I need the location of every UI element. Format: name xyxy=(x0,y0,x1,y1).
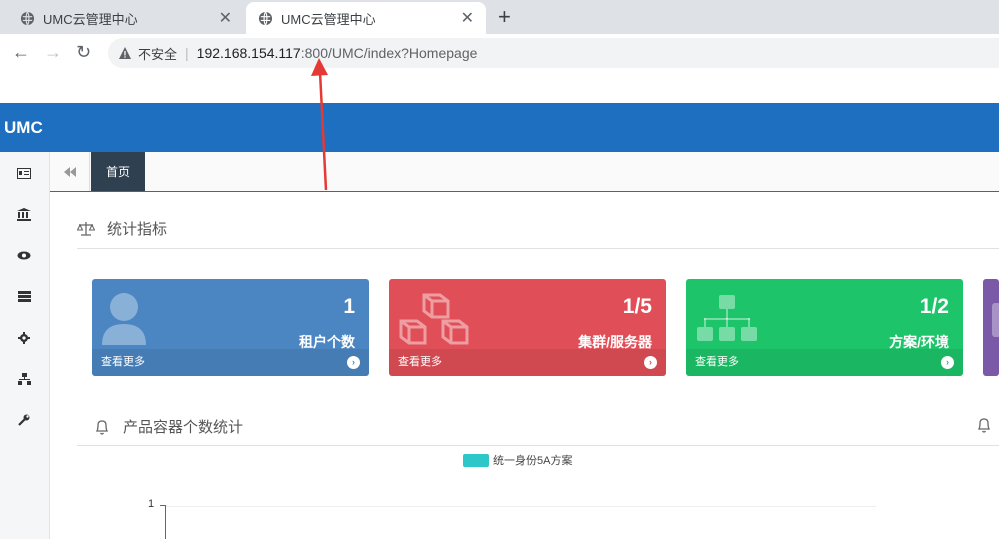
bell-icon xyxy=(95,419,109,435)
stat-value: 1 xyxy=(343,295,355,318)
page-tabs-row: 首页 xyxy=(50,152,999,192)
y-axis-tick-label: 1 xyxy=(148,498,155,510)
view-more-link[interactable]: 查看更多 xyxy=(389,349,666,376)
warning-icon xyxy=(119,47,131,59)
browser-tab-title: UMC云管理中心 xyxy=(43,11,138,27)
browser-tab-1[interactable]: UMC云管理中心 ✕ xyxy=(8,2,244,34)
globe-icon xyxy=(258,11,273,25)
legend-series-name: 统一身份5A方案 xyxy=(493,455,573,467)
globe-icon xyxy=(20,11,35,25)
arrow-circle-right-icon[interactable]: › xyxy=(347,356,360,369)
arrow-circle-right-icon[interactable]: › xyxy=(644,356,657,369)
section-title-text: 产品容器个数统计 xyxy=(123,419,244,436)
address-bar: ← → ↻ 不安全 | 192.168.154.117 :800/UMC/ind… xyxy=(0,34,999,70)
back-arrow-icon[interactable]: ← xyxy=(12,41,30,63)
view-more-link[interactable]: 查看更多 xyxy=(92,349,369,376)
section-divider xyxy=(77,445,999,446)
forward-arrow-icon[interactable]: → xyxy=(44,41,62,63)
app-header: UMC xyxy=(0,103,999,152)
user-icon xyxy=(102,293,146,345)
browser-tab-bar: UMC云管理中心 ✕ UMC云管理中心 ✕ + xyxy=(0,0,999,34)
bell-icon[interactable] xyxy=(975,416,993,434)
new-tab-icon[interactable]: + xyxy=(498,5,511,29)
arrow-circle-right-icon[interactable]: › xyxy=(941,356,954,369)
id-card-icon[interactable] xyxy=(15,164,33,182)
section-title-text: 统计指标 xyxy=(107,221,168,238)
chart-grid-line xyxy=(166,506,876,507)
server-icon[interactable] xyxy=(15,287,33,305)
tab-home[interactable]: 首页 xyxy=(91,152,145,191)
stat-value: 1/2 xyxy=(919,295,949,318)
sitemap-icon[interactable] xyxy=(15,370,33,388)
url-path: :800/UMC/index?Homepage xyxy=(300,45,478,61)
sitemap-icon xyxy=(697,295,757,341)
url-input[interactable]: 不安全 | 192.168.154.117 :800/UMC/index?Hom… xyxy=(108,38,999,68)
section-divider xyxy=(77,248,999,249)
close-icon[interactable]: ✕ xyxy=(461,8,474,28)
gear-icon[interactable] xyxy=(15,329,33,347)
stat-card-tenants[interactable]: 1 租户个数 查看更多 › xyxy=(92,279,369,376)
url-separator: | xyxy=(185,45,189,61)
view-more-link[interactable]: 查看更多 xyxy=(686,349,963,376)
reload-icon[interactable]: ↻ xyxy=(76,41,91,63)
y-axis xyxy=(165,505,166,539)
chart-legend[interactable]: 统一身份5A方案 xyxy=(463,452,572,468)
stat-card-clusters[interactable]: 1/5 集群/服务器 查看更多 › xyxy=(389,279,666,376)
browser-tab-2[interactable]: UMC云管理中心 ✕ xyxy=(246,2,486,34)
stat-value: 1/5 xyxy=(622,295,652,318)
cubes-icon xyxy=(399,293,469,345)
sidebar xyxy=(0,152,50,539)
double-left-arrow-icon[interactable] xyxy=(50,152,90,191)
stats-section-title: 统计指标 xyxy=(77,218,167,239)
eye-icon[interactable] xyxy=(15,246,33,264)
stat-card-plans[interactable]: 1/2 方案/环境 查看更多 › xyxy=(686,279,963,376)
browser-tab-title: UMC云管理中心 xyxy=(281,11,376,27)
url-host: 192.168.154.117 xyxy=(196,45,301,61)
close-icon[interactable]: ✕ xyxy=(219,8,232,28)
wrench-icon[interactable] xyxy=(15,411,33,429)
chart-section-title: 产品容器个数统计 xyxy=(93,416,243,437)
stat-card-partial[interactable] xyxy=(983,279,999,376)
brand-logo[interactable]: UMC xyxy=(4,118,43,138)
security-label[interactable]: 不安全 xyxy=(138,44,177,63)
legend-swatch xyxy=(463,453,489,467)
balance-scale-icon xyxy=(77,221,95,236)
card-icon-partial xyxy=(992,303,999,337)
bank-icon[interactable] xyxy=(15,205,33,223)
